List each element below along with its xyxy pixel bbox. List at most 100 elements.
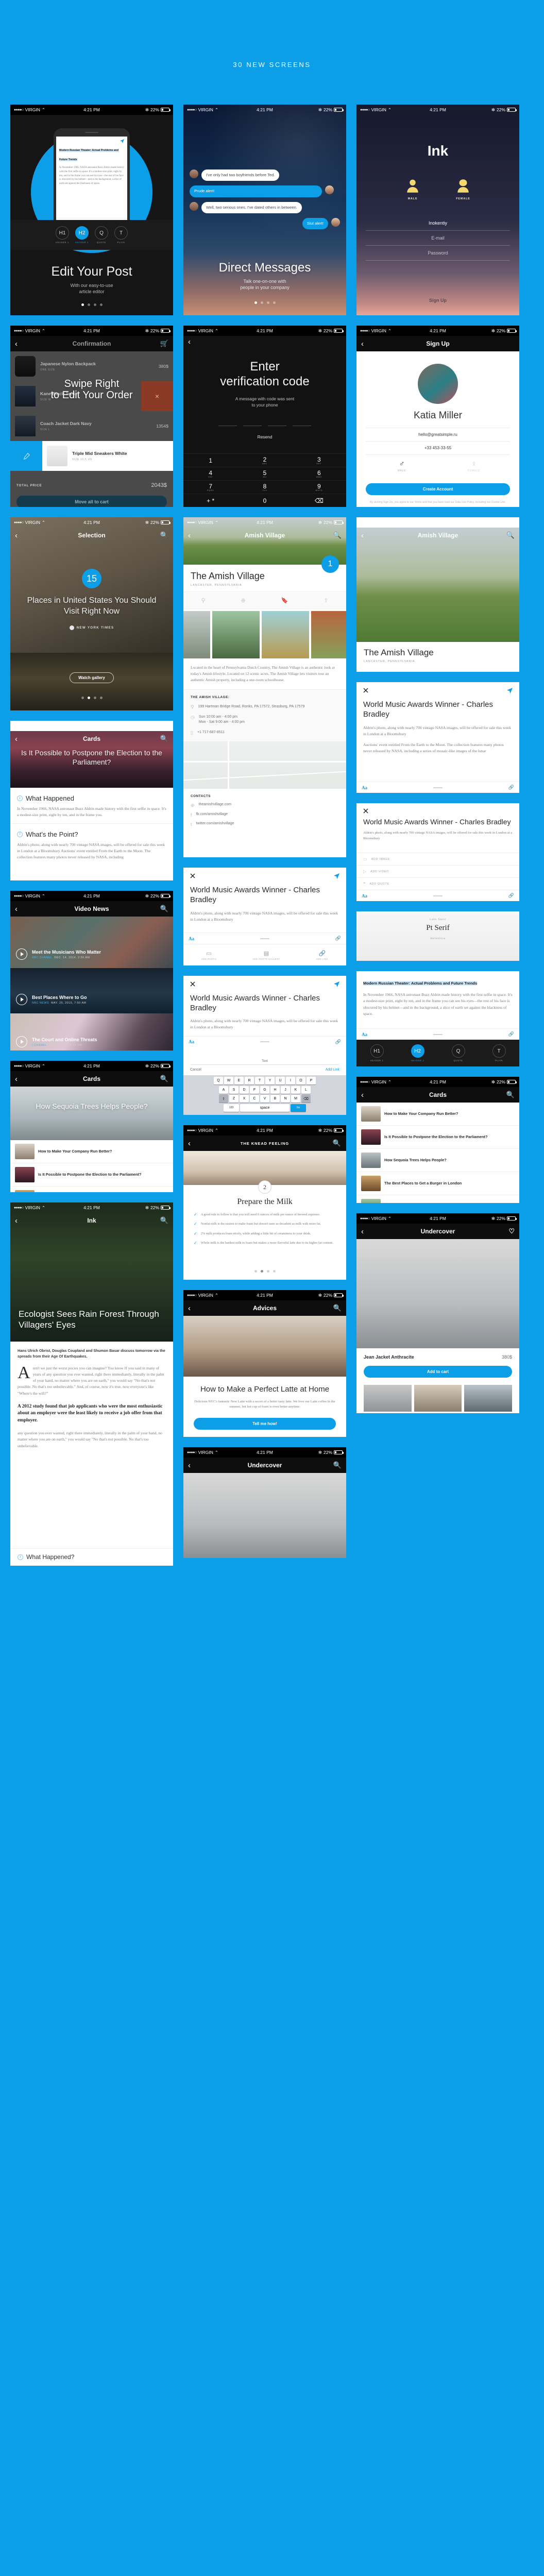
- list-item[interactable]: Who are the Amish, and what are their be…: [356, 1195, 519, 1203]
- style-option-h2[interactable]: H2 HEADER 2: [75, 226, 89, 244]
- key-9[interactable]: 9 WXYZ: [292, 480, 346, 494]
- list-item[interactable]: How to Make Your Company Run Better?: [10, 1140, 173, 1163]
- play-icon[interactable]: [16, 994, 27, 1005]
- list-item[interactable]: Is It Possible to Postpone the Election …: [356, 1126, 519, 1149]
- style-option-h1[interactable]: H1 HEADER 1: [56, 226, 69, 244]
- key-star[interactable]: + *: [183, 494, 238, 507]
- close-icon[interactable]: [190, 873, 195, 879]
- link-icon[interactable]: 🔗: [508, 1031, 514, 1037]
- style-option-quote[interactable]: Q QUOTE: [95, 226, 108, 244]
- search-icon[interactable]: 🔍: [506, 1091, 515, 1099]
- gallery-thumb[interactable]: [311, 611, 346, 658]
- related-thumb[interactable]: [414, 1385, 462, 1412]
- email-field[interactable]: E-mail: [366, 231, 510, 246]
- back-button[interactable]: ‹: [15, 340, 18, 348]
- close-icon[interactable]: [363, 688, 368, 693]
- phone-field[interactable]: +33 453-33-55: [366, 442, 510, 455]
- key-1[interactable]: 1: [183, 453, 238, 467]
- style-option-plain[interactable]: T PLAIN: [114, 226, 128, 244]
- cart-icon[interactable]: 🛒: [160, 340, 168, 348]
- related-thumb[interactable]: [464, 1385, 513, 1412]
- font-name-label[interactable]: Helvetica: [356, 937, 519, 940]
- style-option-h1[interactable]: H1 HEADER 1: [370, 1044, 384, 1062]
- signup-button[interactable]: Sign Up: [356, 298, 519, 303]
- search-icon[interactable]: 🔍: [160, 1075, 168, 1083]
- send-icon[interactable]: [334, 873, 339, 879]
- avatar[interactable]: [418, 364, 458, 404]
- page-dots[interactable]: [183, 1270, 346, 1273]
- drag-handle[interactable]: [433, 1033, 443, 1035]
- heart-icon[interactable]: ♡: [508, 1227, 515, 1235]
- gender-female-option[interactable]: FEMALE: [455, 178, 471, 200]
- drag-handle[interactable]: [433, 895, 443, 896]
- message-bubble[interactable]: Well, two serious ones. I've dated other…: [201, 201, 302, 213]
- back-button[interactable]: ‹: [188, 531, 191, 540]
- password-field[interactable]: Password: [366, 246, 510, 261]
- drag-handle[interactable]: [260, 938, 269, 939]
- contact-row[interactable]: ⊕ theamishvillage.com: [191, 803, 339, 808]
- list-item[interactable]: Is It Possible to Postpone the Election …: [10, 1163, 173, 1187]
- key-0[interactable]: 0: [237, 494, 292, 507]
- search-icon[interactable]: 🔍: [160, 905, 168, 913]
- bookmark-icon[interactable]: 🔖: [281, 597, 288, 604]
- map-pin-icon[interactable]: ⚲: [201, 597, 205, 604]
- format-button[interactable]: Aa: [362, 785, 367, 790]
- contact-row[interactable]: f fb.com/amishvillage: [191, 812, 339, 818]
- back-button[interactable]: ‹: [188, 337, 191, 346]
- resend-button[interactable]: Resend: [183, 434, 346, 439]
- play-icon[interactable]: [16, 948, 27, 960]
- close-icon[interactable]: [190, 981, 195, 987]
- share-icon[interactable]: ⇪: [324, 597, 328, 604]
- back-button[interactable]: ‹: [188, 1139, 191, 1148]
- close-icon[interactable]: [363, 808, 368, 814]
- insert-image-option[interactable]: ▭ ADD IMAGE: [356, 853, 519, 865]
- page-dots[interactable]: [10, 697, 173, 699]
- search-icon[interactable]: 🔍: [333, 1461, 342, 1469]
- back-button[interactable]: ‹: [15, 905, 18, 913]
- related-thumb[interactable]: [364, 1385, 412, 1412]
- hero-card[interactable]: How Sequoia Trees Helps People?: [10, 1087, 173, 1140]
- search-icon[interactable]: 🔍: [333, 1304, 342, 1312]
- product-photo[interactable]: [356, 1239, 519, 1348]
- username-field[interactable]: Inokentiy: [366, 216, 510, 231]
- key-backspace[interactable]: ⌫: [292, 494, 346, 507]
- add-link-button[interactable]: 🔗 ADD LINK: [316, 950, 328, 960]
- list-item[interactable]: How Sequoia Trees Helps People?: [356, 1149, 519, 1172]
- send-icon[interactable]: [507, 688, 513, 693]
- map-preview[interactable]: [183, 741, 346, 789]
- back-button[interactable]: ‹: [188, 1461, 191, 1470]
- back-button[interactable]: ‹: [361, 1091, 364, 1099]
- add-photo-button[interactable]: ▭ ADD PHOTO: [201, 950, 216, 960]
- video-item[interactable]: Best Places Where to Go NBC NEWS MAY. 25…: [10, 968, 173, 1013]
- list-item[interactable]: The Best Places to Get a Burger in Londo…: [356, 1172, 519, 1195]
- insert-video-option[interactable]: ▷ ADD VIDEO: [356, 865, 519, 877]
- format-button[interactable]: Aa: [189, 936, 194, 941]
- link-icon[interactable]: 🔗: [508, 785, 514, 790]
- order-item-swiped[interactable]: Triple Mid Sneakers White SIZE 10,5 US: [10, 441, 173, 471]
- key-5[interactable]: 5 JKL: [237, 467, 292, 480]
- edit-action[interactable]: [10, 441, 42, 471]
- tell-me-how-button[interactable]: Tell me how!: [194, 1418, 336, 1430]
- gallery-thumb[interactable]: [183, 611, 210, 658]
- style-option-plain[interactable]: T PLAIN: [492, 1044, 506, 1062]
- add-to-cart-button[interactable]: Add to cart: [364, 1366, 512, 1378]
- search-icon[interactable]: 🔍: [333, 531, 342, 539]
- numeric-keypad[interactable]: 1 2 ABC 3 DEF 4 GHI 5 JKL 6 MNO 7 PQRS 8 TUV 9W…: [183, 453, 346, 507]
- drag-handle[interactable]: [433, 787, 443, 788]
- search-icon[interactable]: 🔍: [160, 1216, 168, 1225]
- style-option-quote[interactable]: Q QUOTE: [451, 1044, 465, 1062]
- add-gallery-button[interactable]: ▤ ADD PHOTO GALLERY: [252, 950, 280, 960]
- drag-handle[interactable]: [260, 1041, 269, 1043]
- link-icon[interactable]: 🔗: [335, 936, 341, 941]
- message-bubble[interactable]: Slut alert!: [302, 217, 328, 229]
- message-bubble[interactable]: Prude alert!: [190, 185, 322, 197]
- page-dots[interactable]: [183, 301, 346, 304]
- watch-gallery-button[interactable]: Watch gallery: [70, 672, 114, 683]
- insert-menu[interactable]: ▭ ADD IMAGE ▷ ADD VIDEO ❝ ADD QUOTE: [356, 853, 519, 890]
- key-8[interactable]: 8 TUV: [237, 480, 292, 494]
- back-button[interactable]: ‹: [188, 1304, 191, 1313]
- insert-quote-option[interactable]: ❝ ADD QUOTE: [356, 877, 519, 890]
- back-button[interactable]: ‹: [15, 735, 18, 743]
- font-sample[interactable]: Pt Serif: [356, 924, 519, 933]
- photo-strip[interactable]: [183, 609, 346, 660]
